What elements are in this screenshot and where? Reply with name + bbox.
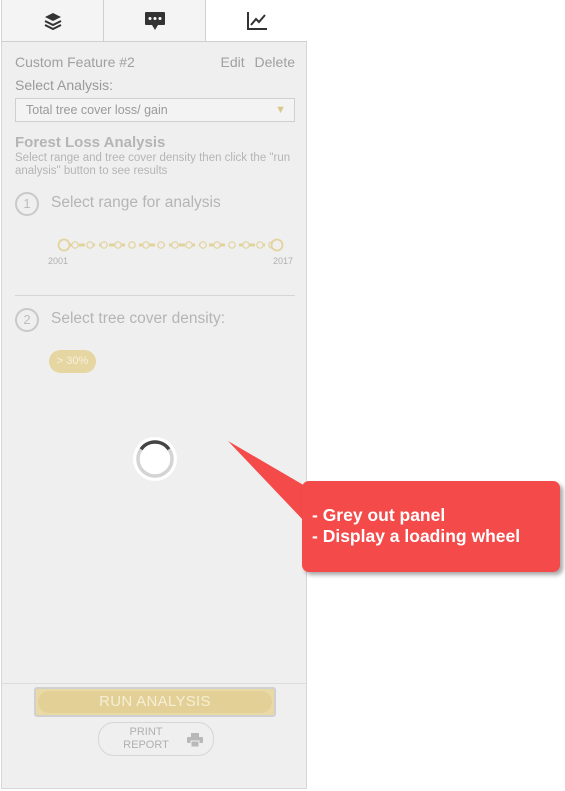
callout-line-2: - Display a loading wheel <box>312 526 521 546</box>
callout-pointer <box>228 441 312 522</box>
annotation-callout: - Grey out panel - Display a loading whe… <box>302 481 560 572</box>
callout-line-1: - Grey out panel <box>312 505 446 525</box>
